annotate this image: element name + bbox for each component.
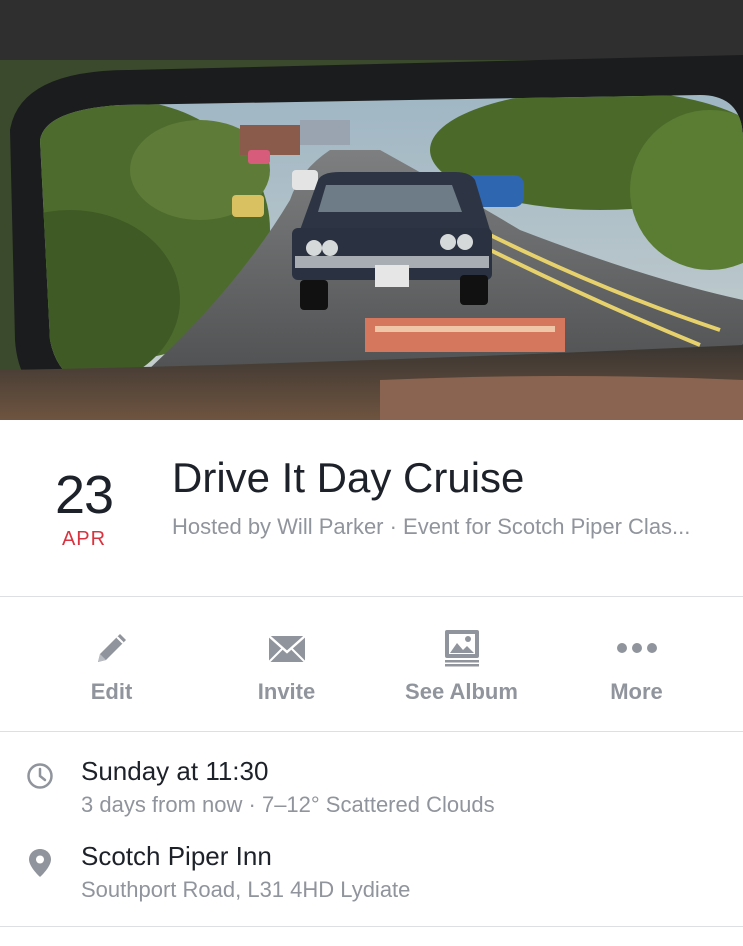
divider — [0, 926, 743, 927]
event-location-name: Scotch Piper Inn — [81, 841, 272, 871]
clock-icon — [26, 762, 54, 795]
invite-button[interactable]: Invite — [199, 597, 374, 731]
event-title: Drive It Day Cruise — [172, 454, 525, 501]
cover-photo-image — [0, 0, 743, 420]
more-label: More — [610, 679, 663, 704]
event-location-row[interactable]: Scotch Piper Inn Southport Road, L31 4HD… — [0, 828, 743, 928]
event-date-month: APR — [61, 528, 107, 550]
event-time: Sunday at 11:30 — [81, 756, 269, 786]
event-host-subtitle[interactable]: Hosted by Will Parker · Event for Scotch… — [172, 512, 712, 541]
envelope-icon — [267, 629, 307, 667]
event-action-bar: Edit Invite See Album More — [0, 597, 743, 731]
edit-label: Edit — [90, 679, 133, 704]
photo-album-icon — [442, 629, 482, 667]
event-header: 23 APR Drive It Day Cruise Hosted by Wil… — [0, 420, 743, 596]
event-time-row[interactable]: Sunday at 11:30 3 days from now · 7–12° … — [0, 740, 743, 830]
location-pin-icon — [28, 848, 52, 883]
invite-label: Invite — [257, 679, 316, 704]
event-date-day: 23 — [54, 465, 114, 525]
edit-button[interactable]: Edit — [24, 597, 199, 731]
see-album-button[interactable]: See Album — [374, 597, 549, 731]
more-dots-icon — [616, 629, 658, 667]
divider — [0, 731, 743, 732]
pencil-icon — [92, 629, 132, 667]
event-cover-photo[interactable] — [0, 0, 743, 420]
more-button[interactable]: More — [549, 597, 724, 731]
see-album-label: See Album — [405, 679, 518, 704]
event-time-weather: 3 days from now · 7–12° Scattered Clouds — [81, 792, 495, 817]
event-location-address: Southport Road, L31 4HD Lydiate — [81, 877, 411, 902]
